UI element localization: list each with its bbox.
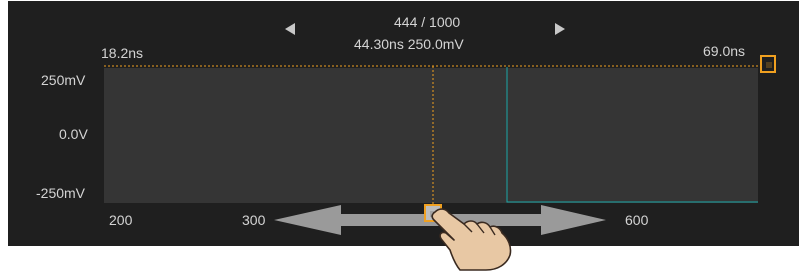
overlay-graphics [104, 65, 760, 235]
waveform-screen: 444 / 1000 44.30ns 250.0mV 18.2ns 69.0ns… [8, 1, 799, 246]
hand-swipe-icon [420, 200, 530, 274]
right-cursor-handle[interactable] [760, 55, 776, 73]
grip-icon [766, 62, 772, 68]
waveform-trace [506, 67, 758, 203]
